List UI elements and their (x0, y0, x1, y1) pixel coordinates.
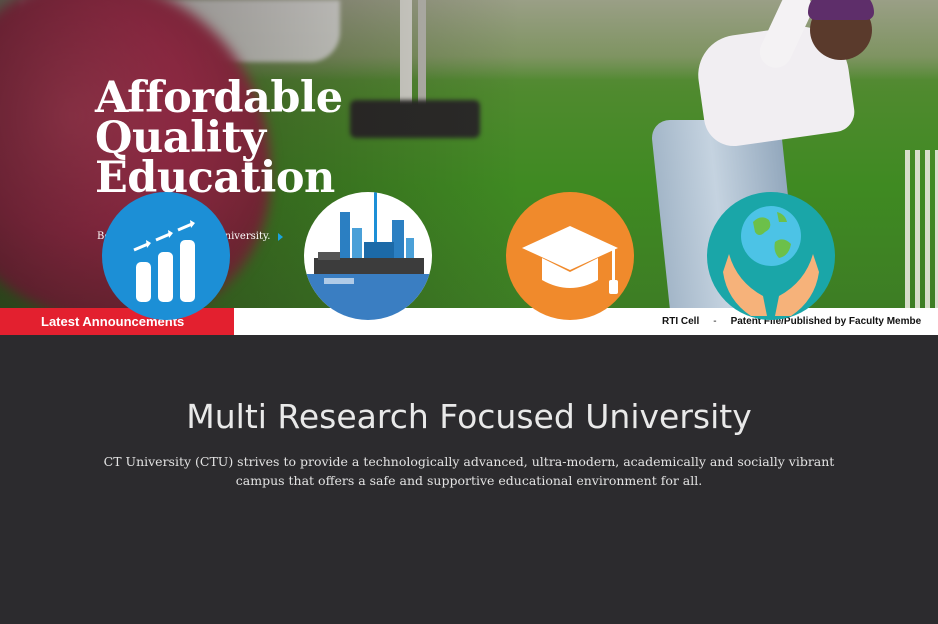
announcement-link-rti-cell[interactable]: RTI Cell (662, 316, 699, 327)
intro-section: Multi Research Focused University CT Uni… (0, 335, 938, 624)
globe-hands-icon (723, 206, 819, 316)
industry-icon (304, 192, 432, 320)
graduation-cap-icon (522, 226, 618, 294)
feature-education[interactable] (506, 192, 634, 320)
hero-title-line: Affordable (95, 73, 343, 123)
feature-global-care[interactable] (707, 192, 835, 320)
cricket-stumps (905, 150, 938, 308)
section-description: CT University (CTU) strives to provide a… (103, 454, 835, 488)
hero-title-line: Quality (95, 113, 266, 163)
section-title: Multi Research Focused University (186, 397, 752, 436)
hero-title: Affordable Quality Education (95, 73, 343, 200)
feature-industry[interactable] (304, 192, 432, 320)
play-arrow-icon (278, 232, 284, 241)
feature-research-growth[interactable] (102, 192, 230, 320)
growth-chart-icon (133, 220, 195, 302)
